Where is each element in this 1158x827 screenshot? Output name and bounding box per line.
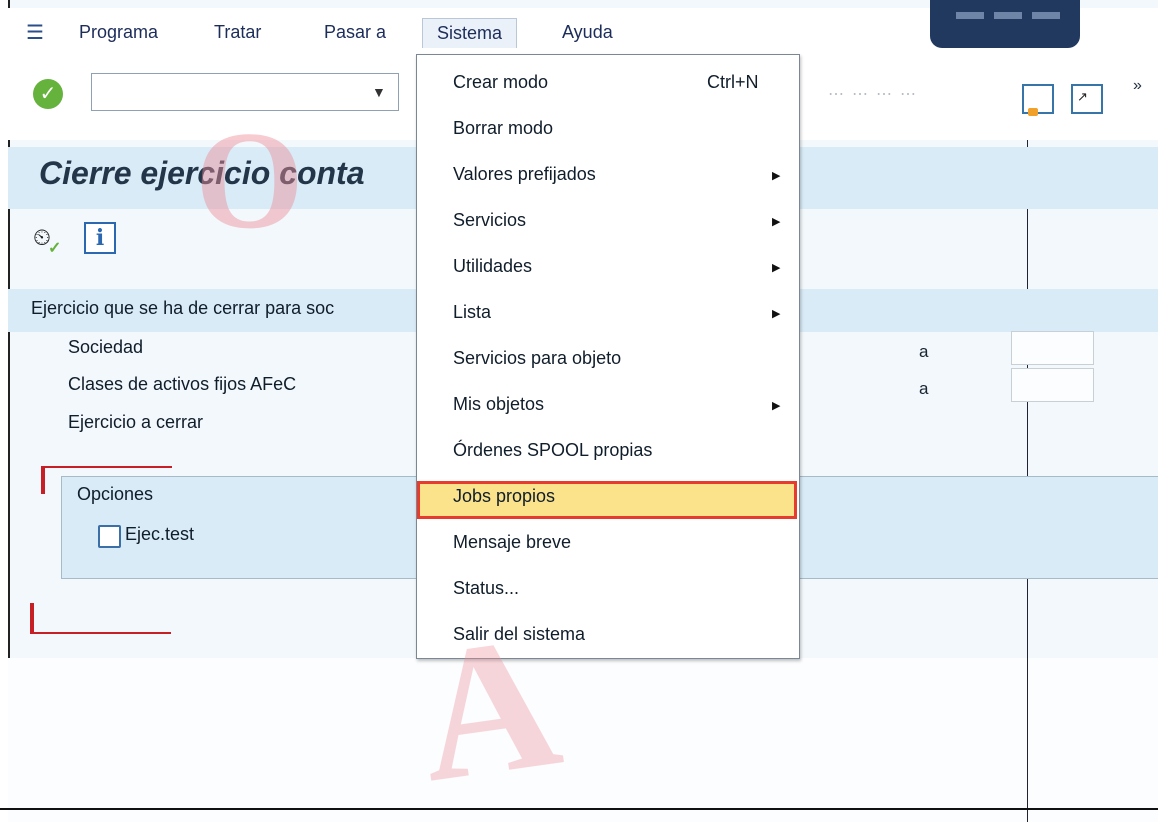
confirm-icon[interactable]: ✓ [33,79,63,109]
range-to-label: a [919,342,929,361]
menu-item-crear-modo[interactable]: Crear modo [453,72,548,93]
sistema-dropdown-menu: Crear modo Ctrl+N Borrar modo Valores pr… [416,54,800,659]
new-window-icon[interactable] [1071,84,1103,114]
field-label-classes: Clases de activos fijos AFeC [68,374,297,394]
field-label-sociedad: Sociedad [68,337,144,357]
red-corner-mark [30,603,34,634]
window-controls[interactable] [930,0,1080,48]
section-title: Ejercicio que se ha de cerrar para soc [31,298,335,318]
test-run-checkbox[interactable] [98,525,121,548]
menu-item-servicios-objeto[interactable]: Servicios para objeto [453,348,621,369]
menu-item-valores-prefijados[interactable]: Valores prefijados [453,164,596,185]
menu-item-mensaje-breve[interactable]: Mensaje breve [453,532,571,553]
execute-check-icon: ✓ [48,240,62,257]
menu-item-utilidades[interactable]: Utilidades [453,256,532,277]
page-title: Cierre ejercicio conta [39,155,365,191]
range-to-label: a [919,379,929,398]
submenu-arrow-icon: ▶ [772,170,781,182]
menu-ayuda[interactable]: Ayuda [562,22,613,43]
test-run-label[interactable]: Ejec.test [125,524,194,545]
menu-bar: ☰ Programa Tratar Pasar a Sistema Ayuda [8,0,1158,49]
menu-tratar[interactable]: Tratar [214,22,261,43]
menu-sistema[interactable]: Sistema [422,18,518,49]
menu-item-jobs-propios[interactable]: Jobs propios [453,486,555,507]
field-label-ejercicio: Ejercicio a cerrar [68,412,204,432]
options-title: Opciones [77,484,154,504]
submenu-arrow-icon: ▶ [772,400,781,412]
submenu-arrow-icon: ▶ [772,262,781,274]
dropdown-arrow-icon[interactable]: ▼ [372,84,386,100]
layout-menu-icon[interactable] [1022,84,1054,116]
empty-work-area [8,658,1158,822]
menu-item-servicios[interactable]: Servicios [453,210,526,231]
menu-item-mis-objetos[interactable]: Mis objetos [453,394,544,415]
sociedad-to-input[interactable] [1011,331,1094,365]
red-corner-mark [41,466,45,494]
menu-item-salir-sistema[interactable]: Salir del sistema [453,624,585,645]
more-icon[interactable]: » [1133,77,1142,95]
bottom-border [0,808,1158,810]
red-corner-mark [41,466,172,468]
minimize-icon[interactable] [956,12,984,19]
info-icon[interactable]: i [84,222,116,254]
shortcut-ctrl-n: Ctrl+N [707,72,759,92]
menu-pasar-a[interactable]: Pasar a [324,22,386,43]
command-field[interactable] [91,73,399,111]
menu-item-status[interactable]: Status... [453,578,519,599]
classes-to-input[interactable] [1011,368,1094,402]
submenu-arrow-icon: ▶ [772,308,781,320]
menu-programa[interactable]: Programa [79,22,158,43]
menu-icon[interactable]: ☰ [26,20,44,45]
disabled-toolbar-icons: ⋯⋯⋯⋯ [828,86,924,103]
menu-item-lista[interactable]: Lista [453,302,491,323]
close-icon[interactable] [1032,12,1060,19]
menu-item-ordenes-spool[interactable]: Órdenes SPOOL propias [453,440,652,461]
maximize-icon[interactable] [994,12,1022,19]
menu-item-borrar-modo[interactable]: Borrar modo [453,118,553,139]
red-corner-mark [30,632,171,634]
submenu-arrow-icon: ▶ [772,216,781,228]
